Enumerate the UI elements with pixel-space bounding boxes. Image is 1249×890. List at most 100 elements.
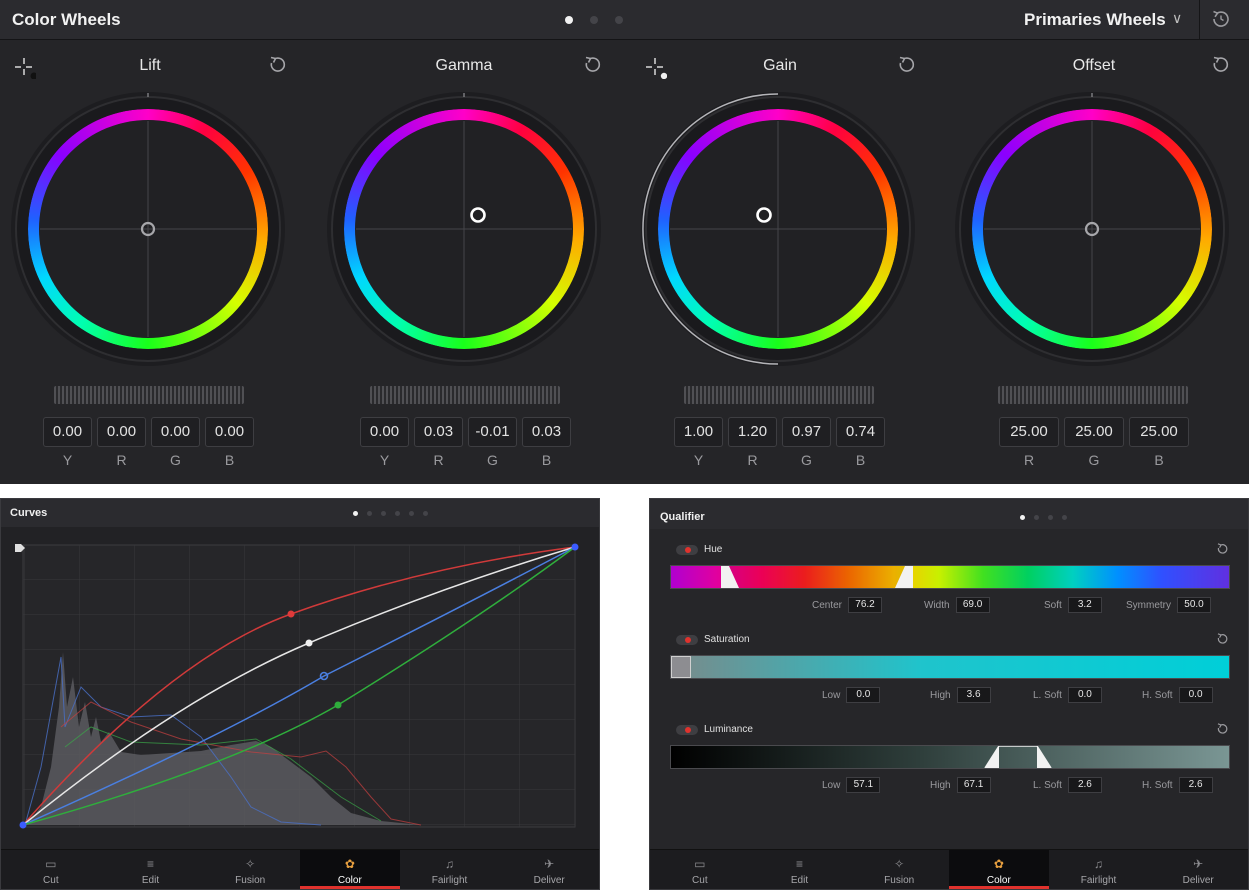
nav-cut[interactable]: ▭ Cut xyxy=(1,850,101,889)
value-field[interactable]: 0.00 xyxy=(360,417,409,447)
value-field[interactable]: 0.00 xyxy=(43,417,92,447)
curves-panel: Curves ▭ Cut ≡ Edit ✧ Fusion ✿ Color ♫ F… xyxy=(0,498,600,890)
nav-fusion[interactable]: ✧ Fusion xyxy=(200,850,300,889)
nav-deliver[interactable]: ✈ Deliver xyxy=(1148,850,1248,889)
value-field[interactable]: 0.74 xyxy=(836,417,885,447)
hue-toggle[interactable] xyxy=(676,545,698,555)
hue-range-bar[interactable] xyxy=(670,565,1230,589)
value-field[interactable]: 25.00 xyxy=(1064,417,1124,447)
channel-label: R xyxy=(747,452,758,468)
color-wheel[interactable] xyxy=(944,88,1244,368)
hue-handles[interactable] xyxy=(671,566,1229,588)
value-field[interactable]: 0.03 xyxy=(414,417,463,447)
value-field[interactable]: 0.97 xyxy=(782,417,831,447)
page-dot[interactable] xyxy=(1034,515,1039,520)
curves-header: Curves xyxy=(1,499,599,527)
deliver-icon: ✈ xyxy=(544,857,555,871)
reset-icon[interactable] xyxy=(1209,54,1231,76)
luminance-toggle[interactable] xyxy=(676,725,698,735)
page-nav: ▭ Cut ≡ Edit ✧ Fusion ✿ Color ♫ Fairlight ✈ De… xyxy=(1,849,599,889)
reset-icon[interactable] xyxy=(1215,632,1229,646)
nav-cut[interactable]: ▭ Cut xyxy=(650,850,750,889)
value-field[interactable]: 1.20 xyxy=(728,417,777,447)
value-field[interactable]: 0.00 xyxy=(97,417,146,447)
nav-color[interactable]: ✿ Color xyxy=(949,850,1049,889)
page-dot[interactable] xyxy=(590,16,598,24)
page-dot[interactable] xyxy=(367,511,372,516)
nav-edit[interactable]: ≡ Edit xyxy=(101,850,201,889)
nav-label: Edit xyxy=(790,875,809,886)
width-field[interactable]: 69.0 xyxy=(955,597,990,613)
reset-icon[interactable] xyxy=(581,54,603,76)
high-field[interactable]: 3.6 xyxy=(956,687,991,703)
field-label: Soft xyxy=(1044,599,1062,611)
curves-graph[interactable] xyxy=(1,527,599,849)
nav-edit[interactable]: ≡ Edit xyxy=(750,850,850,889)
nav-deliver[interactable]: ✈ Deliver xyxy=(499,850,599,889)
soft-field[interactable]: 3.2 xyxy=(1067,597,1102,613)
page-dot[interactable] xyxy=(395,511,400,516)
page-dot[interactable] xyxy=(409,511,414,516)
field-label: Low xyxy=(822,689,841,701)
page-dot[interactable] xyxy=(1062,515,1067,520)
field-label: L. Soft xyxy=(1033,779,1062,791)
reset-icon[interactable] xyxy=(1215,722,1229,736)
chevron-down-icon[interactable]: ∨ xyxy=(1172,10,1182,27)
luminance-handles[interactable] xyxy=(671,746,1229,768)
section-label: Luminance xyxy=(704,724,753,735)
reset-icon[interactable] xyxy=(1215,542,1229,556)
edit-icon: ≡ xyxy=(146,857,154,871)
low-field[interactable]: 57.1 xyxy=(846,777,881,793)
master-wheel-slider[interactable] xyxy=(370,386,560,404)
color-wheel[interactable] xyxy=(0,88,300,368)
color-wheel[interactable] xyxy=(630,88,930,368)
reset-icon[interactable] xyxy=(895,54,917,76)
nav-label: Cut xyxy=(43,875,59,886)
value-field[interactable]: 25.00 xyxy=(999,417,1059,447)
channel-label: G xyxy=(1088,452,1100,468)
nav-color[interactable]: ✿ Color xyxy=(300,850,400,889)
saturation-toggle[interactable] xyxy=(676,635,698,645)
page-dot[interactable] xyxy=(1020,515,1025,520)
saturation-range-bar[interactable] xyxy=(670,655,1230,679)
nav-fairlight[interactable]: ♫ Fairlight xyxy=(1049,850,1149,889)
nav-fusion[interactable]: ✧ Fusion xyxy=(849,850,949,889)
value-field[interactable]: 0.00 xyxy=(205,417,254,447)
high-field[interactable]: 67.1 xyxy=(956,777,991,793)
value-field[interactable]: 0.03 xyxy=(522,417,571,447)
low-soft-field[interactable]: 0.0 xyxy=(1067,687,1102,703)
panel-title: Qualifier xyxy=(660,511,705,523)
page-dot[interactable] xyxy=(1048,515,1053,520)
low-soft-field[interactable]: 2.6 xyxy=(1067,777,1102,793)
field-label: Width xyxy=(924,599,950,611)
high-soft-field[interactable]: 0.0 xyxy=(1178,687,1213,703)
page-dot[interactable] xyxy=(353,511,358,516)
nav-fairlight[interactable]: ♫ Fairlight xyxy=(400,850,500,889)
symmetry-field[interactable]: 50.0 xyxy=(1177,597,1211,613)
value-field[interactable]: -0.01 xyxy=(468,417,517,447)
value-field[interactable]: 25.00 xyxy=(1129,417,1189,447)
master-wheel-slider[interactable] xyxy=(998,386,1188,404)
high-soft-field[interactable]: 2.6 xyxy=(1178,777,1213,793)
page-dot[interactable] xyxy=(381,511,386,516)
nav-label: Color xyxy=(986,875,1011,886)
value-field[interactable]: 0.00 xyxy=(151,417,200,447)
wheels-mode-dropdown[interactable]: Primaries Wheels xyxy=(1024,10,1166,30)
luminance-range-bar[interactable] xyxy=(670,745,1230,769)
cut-icon: ▭ xyxy=(694,857,706,871)
master-wheel-slider[interactable] xyxy=(54,386,244,404)
center-field[interactable]: 76.2 xyxy=(848,597,883,613)
page-dot[interactable] xyxy=(615,16,623,24)
saturation-handle[interactable] xyxy=(671,656,691,678)
reset-icon[interactable] xyxy=(266,54,288,76)
reset-all-icon[interactable] xyxy=(1210,8,1232,30)
page-dot[interactable] xyxy=(423,511,428,516)
page-dot[interactable] xyxy=(565,16,573,24)
master-wheel-slider[interactable] xyxy=(684,386,874,404)
value-field[interactable]: 1.00 xyxy=(674,417,723,447)
low-field[interactable]: 0.0 xyxy=(846,687,881,703)
channel-label: R xyxy=(1023,452,1035,468)
control-point xyxy=(19,821,27,829)
field-label: High xyxy=(930,779,951,791)
color-wheel[interactable] xyxy=(314,88,614,368)
